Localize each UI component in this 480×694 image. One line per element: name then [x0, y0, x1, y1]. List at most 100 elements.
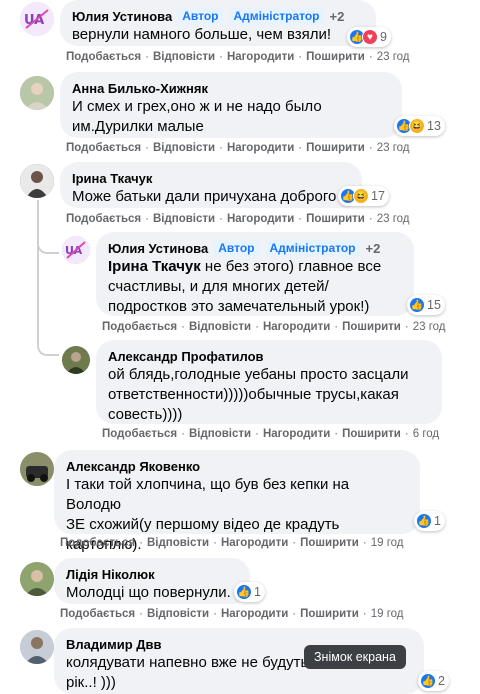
comment-bubble: Александр Яковенко І таки той хлопчина, …: [54, 450, 420, 553]
share-button[interactable]: Поширити: [300, 537, 359, 549]
comment-actions: Подобається · Відповісти · Нагородити · Пош…: [102, 321, 446, 333]
comment-author[interactable]: Александр Профатилов: [108, 349, 264, 364]
share-button[interactable]: Поширити: [300, 608, 359, 620]
share-button[interactable]: Поширити: [342, 321, 401, 333]
like-icon: 👍: [409, 297, 425, 313]
share-button[interactable]: Поширити: [342, 428, 401, 440]
reply-button[interactable]: Відповісти: [153, 213, 215, 225]
reaction-count: 17: [371, 189, 385, 203]
photo-icon: [20, 164, 54, 198]
comment-text: ой блядь,голодные уебаны просто засцали …: [108, 366, 409, 423]
more-badges[interactable]: +2: [330, 9, 345, 24]
screenshot-tooltip: Знімок екрана: [304, 645, 406, 669]
avatar[interactable]: [20, 76, 54, 110]
share-button[interactable]: Поширити: [306, 213, 365, 225]
thread-connector: [37, 250, 59, 356]
award-button[interactable]: Нагородити: [263, 428, 330, 440]
reaction-summary[interactable]: 👍 1: [234, 582, 265, 602]
avatar[interactable]: [62, 346, 90, 374]
comment-text: И смех и грех,оно ж и не надо было им.Ду…: [72, 98, 322, 135]
reaction-count: 1: [434, 514, 441, 528]
comment-author[interactable]: Лідія Ніколюк: [66, 567, 155, 582]
avatar[interactable]: [20, 452, 54, 486]
comment-author[interactable]: Ірина Ткачук: [72, 171, 152, 186]
reaction-count: 1: [254, 585, 261, 599]
like-button[interactable]: Подобається: [66, 213, 141, 225]
avatar[interactable]: [20, 562, 54, 596]
comment-actions: Подобається · Відповісти · Нагородити · Пош…: [66, 142, 410, 154]
like-icon: 👍: [420, 673, 436, 689]
photo-icon: [20, 76, 54, 110]
comment-actions: Подобається · Відповісти · Нагородити · Пош…: [60, 537, 404, 549]
admin-badge: Адміністратор: [264, 239, 361, 257]
avatar[interactable]: [20, 630, 54, 664]
like-icon: 👍: [416, 513, 432, 529]
admin-badge: Адміністратор: [228, 7, 325, 25]
like-button[interactable]: Подобається: [60, 537, 135, 549]
avatar[interactable]: [20, 164, 54, 198]
reply-button[interactable]: Відповісти: [147, 608, 209, 620]
share-button[interactable]: Поширити: [306, 51, 365, 63]
author-badge: Автор: [177, 7, 224, 25]
timestamp[interactable]: 19 год: [371, 537, 404, 549]
reaction-summary[interactable]: 👍 ♥ 9: [347, 27, 391, 47]
photo-icon: [20, 630, 54, 664]
comment-bubble: Юлия Устинова Автор Адміністратор +2 вер…: [60, 0, 376, 46]
logo-icon: UA: [62, 236, 90, 264]
award-button[interactable]: Нагородити: [221, 537, 288, 549]
award-button[interactable]: Нагородити: [221, 608, 288, 620]
award-button[interactable]: Нагородити: [263, 321, 330, 333]
reply-button[interactable]: Відповісти: [189, 321, 251, 333]
share-button[interactable]: Поширити: [306, 142, 365, 154]
haha-icon: 😆: [353, 188, 369, 204]
award-button[interactable]: Нагородити: [227, 51, 294, 63]
haha-icon: 😆: [409, 118, 425, 134]
comment-author[interactable]: Владимир Двв: [66, 637, 162, 652]
like-button[interactable]: Подобається: [102, 321, 177, 333]
award-button[interactable]: Нагородити: [227, 142, 294, 154]
photo-icon: [20, 452, 54, 486]
timestamp[interactable]: 23 год: [413, 321, 446, 333]
comment-actions: Подобається · Відповісти · Нагородити · Пош…: [66, 51, 410, 63]
comment-bubble: Анна Билько-Хижняк И смех и грех,оно ж и…: [60, 72, 402, 138]
comment-bubble: Ірина Ткачук Може батьки дали причухана …: [60, 162, 362, 208]
reaction-count: 9: [380, 30, 387, 44]
comment-author[interactable]: Анна Билько-Хижняк: [72, 81, 208, 96]
mention-link[interactable]: Ірина Ткачук: [108, 258, 201, 275]
timestamp[interactable]: 23 год: [377, 51, 410, 63]
reaction-summary[interactable]: 👍 😆 13: [394, 116, 445, 136]
avatar[interactable]: UA: [62, 236, 90, 264]
comment-author[interactable]: Александр Яковенко: [66, 459, 200, 474]
reply-button[interactable]: Відповісти: [153, 142, 215, 154]
comment-actions: Подобається · Відповісти · Нагородити · Пош…: [60, 608, 404, 620]
reply-bubble: Александр Профатилов ой блядь,голодные у…: [96, 340, 442, 424]
comment-text: Може батьки дали причухана доброго: [72, 188, 337, 205]
reaction-summary[interactable]: 👍 😆 17: [338, 186, 389, 206]
more-badges[interactable]: +2: [366, 241, 381, 256]
like-button[interactable]: Подобається: [66, 51, 141, 63]
logo-icon: UA: [20, 2, 54, 36]
photo-icon: [62, 346, 90, 374]
reaction-summary[interactable]: 👍 1: [414, 511, 445, 531]
avatar[interactable]: UA: [20, 2, 54, 36]
reply-button[interactable]: Відповісти: [189, 428, 251, 440]
comment-actions: Подобається · Відповісти · Нагородити · Пош…: [102, 428, 440, 440]
like-button[interactable]: Подобається: [102, 428, 177, 440]
love-icon: ♥: [362, 29, 378, 45]
reaction-summary[interactable]: 👍 15: [407, 295, 445, 315]
timestamp[interactable]: 6 год: [413, 428, 439, 440]
comment-author[interactable]: Юлия Устинова: [108, 241, 208, 256]
photo-icon: [20, 562, 54, 596]
comment-author[interactable]: Юлия Устинова: [72, 9, 172, 24]
reply-button[interactable]: Відповісти: [147, 537, 209, 549]
like-button[interactable]: Подобається: [60, 608, 135, 620]
reaction-summary[interactable]: 👍 2: [418, 671, 449, 691]
reaction-count: 15: [427, 298, 441, 312]
comment-actions: Подобається · Відповісти · Нагородити · Пош…: [66, 213, 410, 225]
like-button[interactable]: Подобається: [66, 142, 141, 154]
reply-button[interactable]: Відповісти: [153, 51, 215, 63]
timestamp[interactable]: 19 год: [371, 608, 404, 620]
timestamp[interactable]: 23 год: [377, 213, 410, 225]
award-button[interactable]: Нагородити: [227, 213, 294, 225]
timestamp[interactable]: 23 год: [377, 142, 410, 154]
